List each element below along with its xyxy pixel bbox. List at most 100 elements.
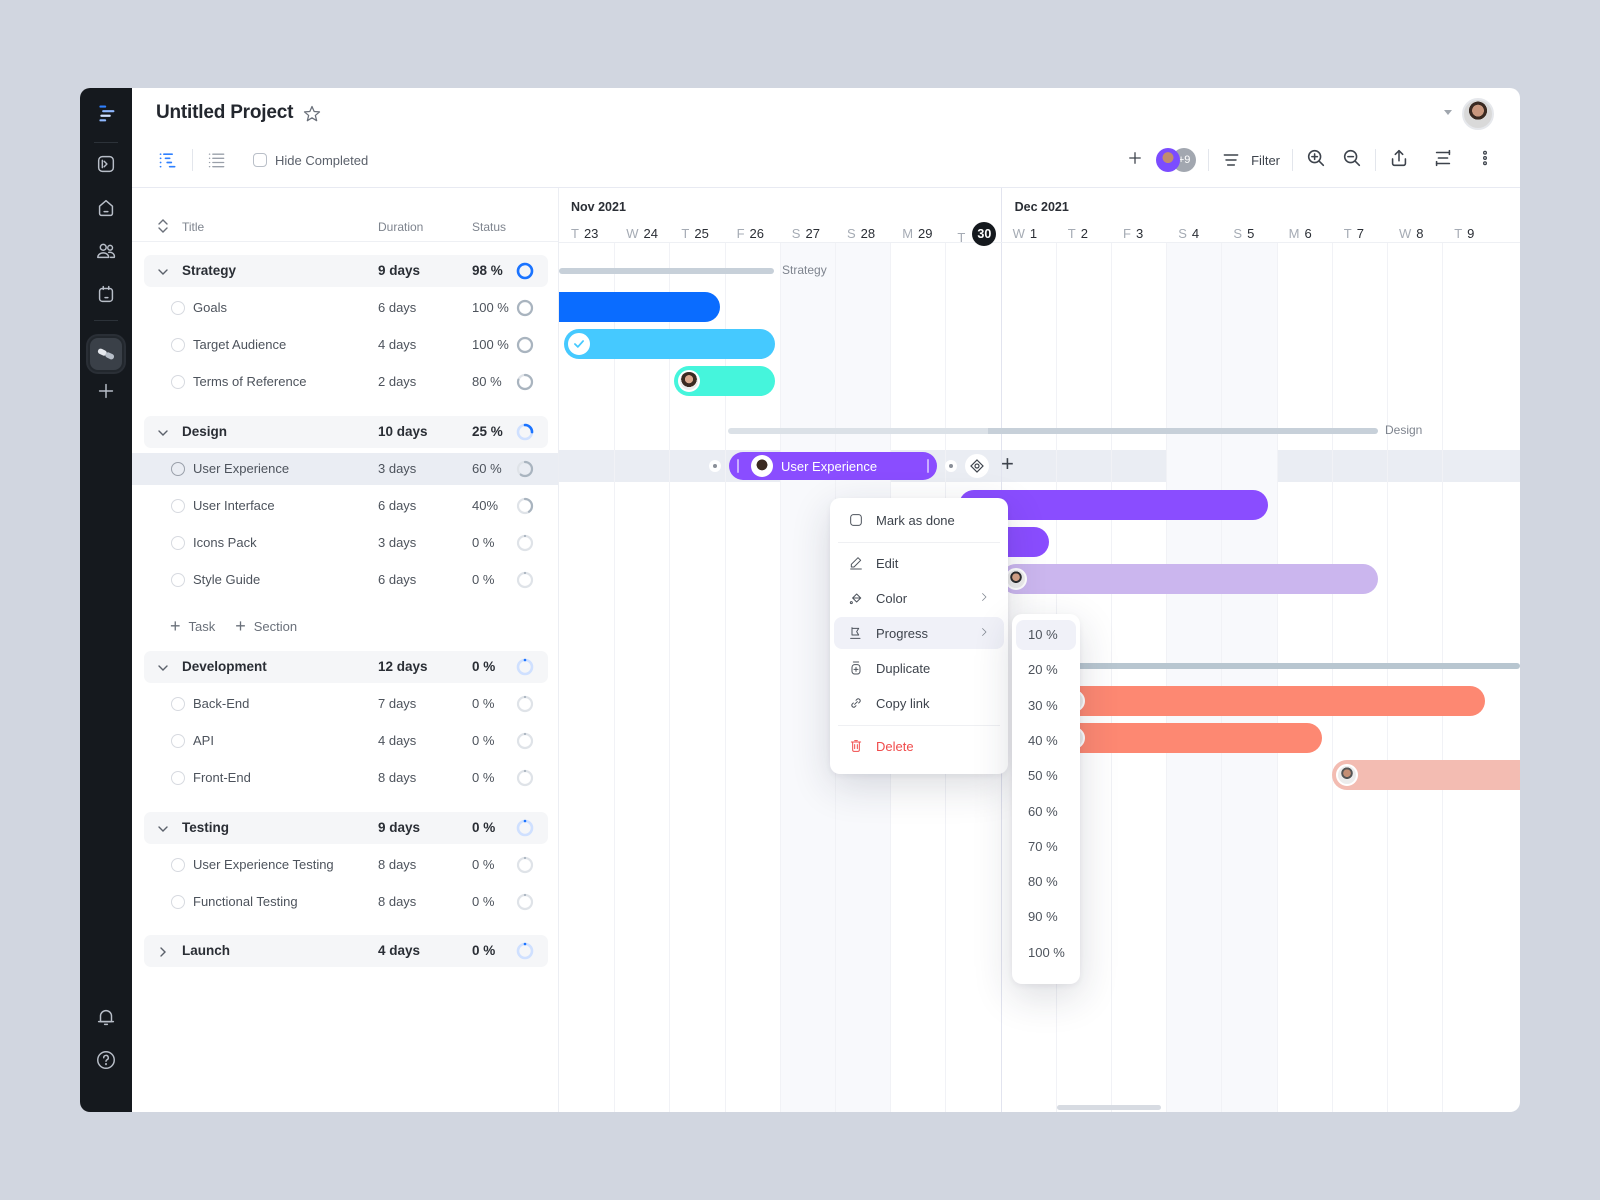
task-bar-api[interactable] — [1059, 723, 1322, 753]
task-row[interactable]: Target Audience 4 days 100 % — [144, 329, 548, 361]
add-project-button[interactable] — [93, 378, 119, 404]
filter-button[interactable]: Filter — [1221, 150, 1280, 170]
task-row[interactable]: Goals 6 days 100 % — [144, 292, 548, 324]
resize-handle-left[interactable] — [737, 459, 739, 473]
task-bar-user-experience[interactable]: User Experience — [729, 452, 937, 480]
zoom-out-button[interactable] — [1341, 147, 1363, 174]
row-title: Style Guide — [193, 572, 261, 587]
chevron-down-icon[interactable] — [156, 661, 170, 678]
hide-completed-toggle[interactable]: Hide Completed — [253, 153, 368, 168]
task-complete-checkbox[interactable] — [171, 301, 185, 315]
section-row[interactable]: Development 12 days 0 % — [144, 651, 548, 683]
section-bar-development[interactable] — [1059, 663, 1520, 669]
progress-option[interactable]: 60 % — [1016, 797, 1076, 827]
horizontal-scrollbar[interactable] — [1057, 1105, 1161, 1110]
task-bar-terms-of-reference[interactable] — [674, 366, 775, 396]
progress-option[interactable]: 20 % — [1016, 655, 1076, 685]
section-row[interactable]: Strategy 9 days 98 % — [144, 255, 548, 287]
task-row[interactable]: Icons Pack 3 days 0 % — [144, 527, 548, 559]
list-view-button[interactable] — [205, 148, 229, 172]
task-row[interactable]: Front-End 8 days 0 % — [144, 762, 548, 794]
chevron-down-icon[interactable] — [156, 822, 170, 839]
menu-item-delete[interactable]: Delete — [834, 730, 1004, 762]
milestone-button[interactable] — [965, 454, 989, 478]
timeline-settings-button[interactable] — [1432, 147, 1454, 174]
task-bar-style-guide[interactable] — [1001, 564, 1378, 594]
resize-handle-right[interactable] — [927, 459, 929, 473]
task-row[interactable]: Terms of Reference 2 days 80 % — [144, 366, 548, 398]
task-row[interactable]: Back-End 7 days 0 % — [144, 688, 548, 720]
column-header-status[interactable]: Status — [472, 220, 506, 234]
logo-icon[interactable] — [93, 100, 119, 126]
sidebar-item-project[interactable] — [88, 336, 124, 372]
menu-item-edit[interactable]: Edit — [834, 547, 1004, 579]
task-row[interactable]: User Interface 6 days 40% — [144, 490, 548, 522]
task-complete-checkbox[interactable] — [171, 895, 185, 909]
favorite-button[interactable] — [302, 104, 322, 129]
help-button[interactable] — [93, 1047, 119, 1073]
notifications-button[interactable] — [93, 1004, 119, 1030]
progress-option[interactable]: 80 % — [1016, 867, 1076, 897]
column-header-duration[interactable]: Duration — [378, 220, 423, 234]
export-button[interactable] — [1388, 147, 1410, 174]
task-complete-checkbox[interactable] — [171, 734, 185, 748]
task-bar-front-end[interactable] — [1332, 760, 1520, 790]
menu-item-mark-as-done[interactable]: Mark as done — [834, 504, 1004, 536]
task-bar-target-audience[interactable] — [564, 329, 775, 359]
column-header-title[interactable]: Title — [182, 220, 204, 234]
menu-item-color[interactable]: Color — [834, 582, 1004, 614]
hide-completed-checkbox[interactable] — [253, 153, 267, 167]
add-member-button[interactable] — [1126, 149, 1144, 172]
progress-option[interactable]: 90 % — [1016, 902, 1076, 932]
add-subtask-button[interactable]: + — [1001, 452, 1014, 476]
add-section-button[interactable]: + Section — [235, 616, 297, 637]
menu-item-copy-link[interactable]: Copy link — [834, 687, 1004, 719]
sidebar-item-code[interactable] — [93, 151, 119, 177]
progress-option[interactable]: 100 % — [1016, 938, 1076, 968]
chevron-down-icon[interactable] — [156, 426, 170, 443]
task-complete-checkbox[interactable] — [171, 536, 185, 550]
task-row[interactable]: Style Guide 6 days 0 % — [144, 564, 548, 596]
task-complete-checkbox[interactable] — [171, 499, 185, 513]
user-avatar[interactable] — [1462, 98, 1494, 130]
members-avatars[interactable]: +9 — [1156, 148, 1197, 172]
task-complete-checkbox[interactable] — [171, 338, 185, 352]
account-dropdown-caret[interactable] — [1444, 110, 1452, 115]
task-row[interactable]: User Experience Testing 8 days 0 % — [144, 849, 548, 881]
task-bar-back-end[interactable] — [1059, 686, 1485, 716]
dependency-handle-end[interactable] — [945, 460, 957, 472]
task-complete-checkbox[interactable] — [171, 697, 185, 711]
task-row[interactable]: User Experience 3 days 60 % — [132, 453, 558, 485]
task-complete-checkbox[interactable] — [171, 858, 185, 872]
dependency-handle-start[interactable] — [709, 460, 721, 472]
progress-option[interactable]: 30 % — [1016, 691, 1076, 721]
more-options-button[interactable] — [1476, 147, 1494, 174]
task-row[interactable]: API 4 days 0 % — [144, 725, 548, 757]
add-task-button[interactable]: + Task — [170, 616, 215, 637]
section-row[interactable]: Testing 9 days 0 % — [144, 812, 548, 844]
sort-toggle[interactable] — [156, 218, 170, 237]
menu-item-progress[interactable]: Progress — [834, 617, 1004, 649]
section-bar-strategy[interactable] — [559, 268, 774, 274]
chevron-down-icon[interactable] — [156, 265, 170, 282]
menu-item-duplicate[interactable]: Duplicate — [834, 652, 1004, 684]
chevron-right-icon[interactable] — [156, 945, 170, 962]
progress-option[interactable]: 40 % — [1016, 726, 1076, 756]
task-complete-checkbox[interactable] — [171, 573, 185, 587]
progress-option[interactable]: 10 % — [1016, 620, 1076, 650]
gantt-view-button[interactable] — [156, 148, 180, 172]
section-bar-design[interactable] — [728, 428, 1378, 434]
sidebar-item-users[interactable] — [93, 238, 119, 264]
section-row[interactable]: Design 10 days 25 % — [144, 416, 548, 448]
zoom-in-button[interactable] — [1305, 147, 1327, 174]
task-complete-checkbox[interactable] — [171, 771, 185, 785]
progress-option[interactable]: 70 % — [1016, 832, 1076, 862]
sidebar-item-calendar[interactable] — [93, 281, 119, 307]
task-complete-checkbox[interactable] — [171, 375, 185, 389]
section-row[interactable]: Launch 4 days 0 % — [144, 935, 548, 967]
sidebar-item-home[interactable] — [93, 195, 119, 221]
task-bar-goals[interactable] — [559, 292, 720, 322]
task-complete-checkbox[interactable] — [171, 462, 185, 476]
task-row[interactable]: Functional Testing 8 days 0 % — [144, 886, 548, 918]
progress-option[interactable]: 50 % — [1016, 761, 1076, 791]
